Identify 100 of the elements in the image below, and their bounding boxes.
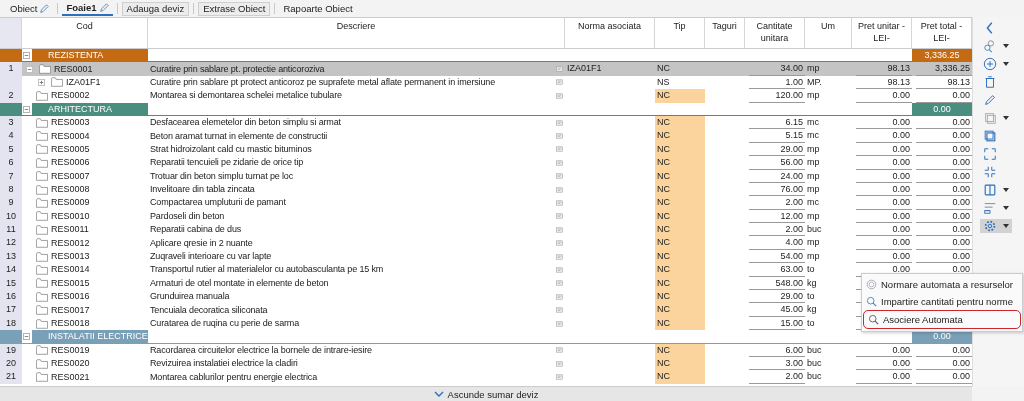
column-header[interactable]: Taguri	[705, 18, 745, 48]
note-icon[interactable]	[556, 146, 563, 153]
caret-icon[interactable]	[1003, 224, 1009, 228]
duplicate-icon[interactable]	[983, 129, 997, 143]
description-cell[interactable]: Beton aramat turnat in elemente de constructii	[148, 129, 565, 143]
settings-button[interactable]	[980, 219, 1012, 233]
description-cell[interactable]: Curatire prin sablare pt protect anticoroz pe suprafete metal aflate permanent in imersiune	[148, 75, 565, 90]
description-cell[interactable]: Transportul rutier al materialelor cu autobasculanta pe 15 km	[148, 263, 565, 277]
item-code: RES0010	[51, 209, 90, 223]
type-label: NC	[656, 62, 671, 76]
group-label[interactable]: ARHITECTURA	[32, 102, 148, 116]
note-icon[interactable]	[556, 119, 563, 126]
unit: kg	[807, 304, 817, 315]
expand-icon[interactable]	[983, 147, 997, 161]
note-icon[interactable]	[556, 253, 563, 260]
description-cell[interactable]: Montarea cablurilor pentru energie electrica	[148, 370, 565, 384]
collapse-icon[interactable]	[23, 105, 30, 113]
collapse-icon[interactable]	[23, 333, 30, 341]
note-icon[interactable]	[556, 79, 563, 86]
note-icon[interactable]	[556, 360, 563, 367]
note-icon[interactable]	[556, 159, 563, 166]
column-header[interactable]: Descriere	[148, 18, 565, 48]
unit: kg	[807, 277, 817, 288]
menu-item[interactable]: Impartire cantitati pentru norme	[862, 293, 1022, 310]
add-icon[interactable]	[983, 57, 997, 71]
description-cell[interactable]: Desfacearea elemetelor din beton simplu si armat	[148, 115, 565, 130]
description-cell[interactable]: Zuqraveli interioare cu var lapte	[148, 249, 565, 264]
column-header[interactable]: Cantitate unitara	[745, 18, 805, 48]
item-code: RES0009	[51, 196, 90, 210]
folder-icon	[36, 238, 48, 249]
note-icon[interactable]	[556, 347, 563, 354]
copy-icon[interactable]	[983, 111, 997, 125]
column-header[interactable]: Norma asociata	[565, 18, 655, 48]
item-code: RES0001	[54, 62, 93, 76]
column-header[interactable]: Tip	[655, 18, 705, 48]
users-search-icon[interactable]	[983, 39, 997, 53]
expand-icon[interactable]	[26, 65, 33, 73]
column-header[interactable]: Cod	[22, 18, 148, 48]
quantity: 6.00	[785, 344, 803, 355]
description-cell[interactable]: Compactarea umpluturii de pamant	[148, 196, 565, 210]
collapse-icon[interactable]	[983, 165, 997, 179]
description-cell[interactable]: Montarea si demontarea schelei metalice tubulare	[148, 89, 565, 103]
note-icon[interactable]	[556, 92, 563, 99]
chevron-down-icon	[433, 391, 444, 397]
note-icon[interactable]	[556, 66, 563, 73]
sheet-tab[interactable]: Extrase Obiect	[198, 1, 271, 16]
menu-item[interactable]: Asociere Automata	[863, 310, 1021, 329]
description-cell[interactable]: Curatarea de ruqina cu perie de sarma	[148, 316, 565, 331]
expand-icon[interactable]	[38, 78, 45, 86]
description-cell[interactable]: Trotuar din beton simplu turnat pe loc	[148, 169, 565, 183]
sheet-tab[interactable]: Adauga deviz	[121, 1, 190, 16]
note-icon[interactable]	[556, 133, 563, 140]
folder-icon	[51, 77, 63, 88]
menu-item[interactable]: Normare automata a resurselor	[862, 276, 1022, 293]
hide-summary-button[interactable]: Ascunde sumar deviz	[0, 386, 972, 401]
unit: mc	[807, 116, 819, 127]
pencil-icon[interactable]	[983, 93, 997, 107]
column-header[interactable]: Pret unitar - LEI-	[852, 18, 912, 48]
description-cell[interactable]: Tencuiala decoratica siliconata	[148, 303, 565, 317]
note-icon[interactable]	[556, 293, 563, 300]
description-cell[interactable]: Armaturi de otel montate in elemente de beton	[148, 276, 565, 291]
caret-icon[interactable]	[1003, 44, 1009, 48]
rows-icon[interactable]	[983, 201, 997, 215]
total-price: 3,336.25	[934, 63, 970, 74]
caret-icon[interactable]	[1003, 206, 1009, 210]
trash-icon[interactable]	[983, 75, 997, 89]
note-icon[interactable]	[556, 226, 563, 233]
note-icon[interactable]	[556, 173, 563, 180]
description-cell[interactable]: Grunduirea manuala	[148, 290, 565, 304]
description-cell[interactable]: Reparatii cabina de dus	[148, 223, 565, 237]
row-number: 12	[0, 236, 22, 250]
note-icon[interactable]	[556, 213, 563, 220]
note-icon[interactable]	[556, 240, 563, 247]
sheet-tab[interactable]: Foaie1	[62, 1, 113, 16]
description-cell[interactable]: Invelitoare din tabla zincata	[148, 182, 565, 197]
note-icon[interactable]	[556, 266, 563, 273]
note-icon[interactable]	[556, 307, 563, 314]
group-label[interactable]: REZISTENTA	[32, 49, 148, 62]
caret-icon[interactable]	[1003, 116, 1009, 120]
description-cell[interactable]: Curatire prin sablare pt. protectie anticoroziva	[148, 62, 565, 76]
sheet-tab[interactable]: Obiect	[6, 1, 54, 16]
description-cell[interactable]: Strat hidroizolant cald cu mastic bituminos	[148, 142, 565, 157]
description-cell[interactable]: Racordarea circuitelor electrice la bornele de intrare-iesire	[148, 343, 565, 357]
caret-icon[interactable]	[1003, 62, 1009, 66]
sheet-tab[interactable]: Rapoarte Obiect	[279, 1, 357, 16]
note-icon[interactable]	[556, 374, 563, 381]
settings-icon[interactable]	[983, 219, 997, 233]
caret-icon[interactable]	[1003, 188, 1009, 192]
description-cell[interactable]: Reparatii tencuieli pe zidarie de orice tip	[148, 156, 565, 170]
note-icon[interactable]	[556, 280, 563, 287]
description-cell[interactable]: Pardoseli din beton	[148, 209, 565, 224]
item-description: Montarea si demontarea schelei metalice tubulare	[150, 89, 342, 103]
description-cell[interactable]: Aplicare qresie in 2 nuante	[148, 236, 565, 250]
note-icon[interactable]	[556, 320, 563, 327]
collapse-icon[interactable]	[23, 52, 30, 59]
columns-icon[interactable]	[983, 183, 997, 197]
note-icon[interactable]	[556, 200, 563, 206]
note-icon[interactable]	[556, 186, 563, 193]
column-header[interactable]: Um	[805, 18, 852, 48]
description-cell[interactable]: Revizuirea instalatiei electrice la cladiri	[148, 357, 565, 371]
